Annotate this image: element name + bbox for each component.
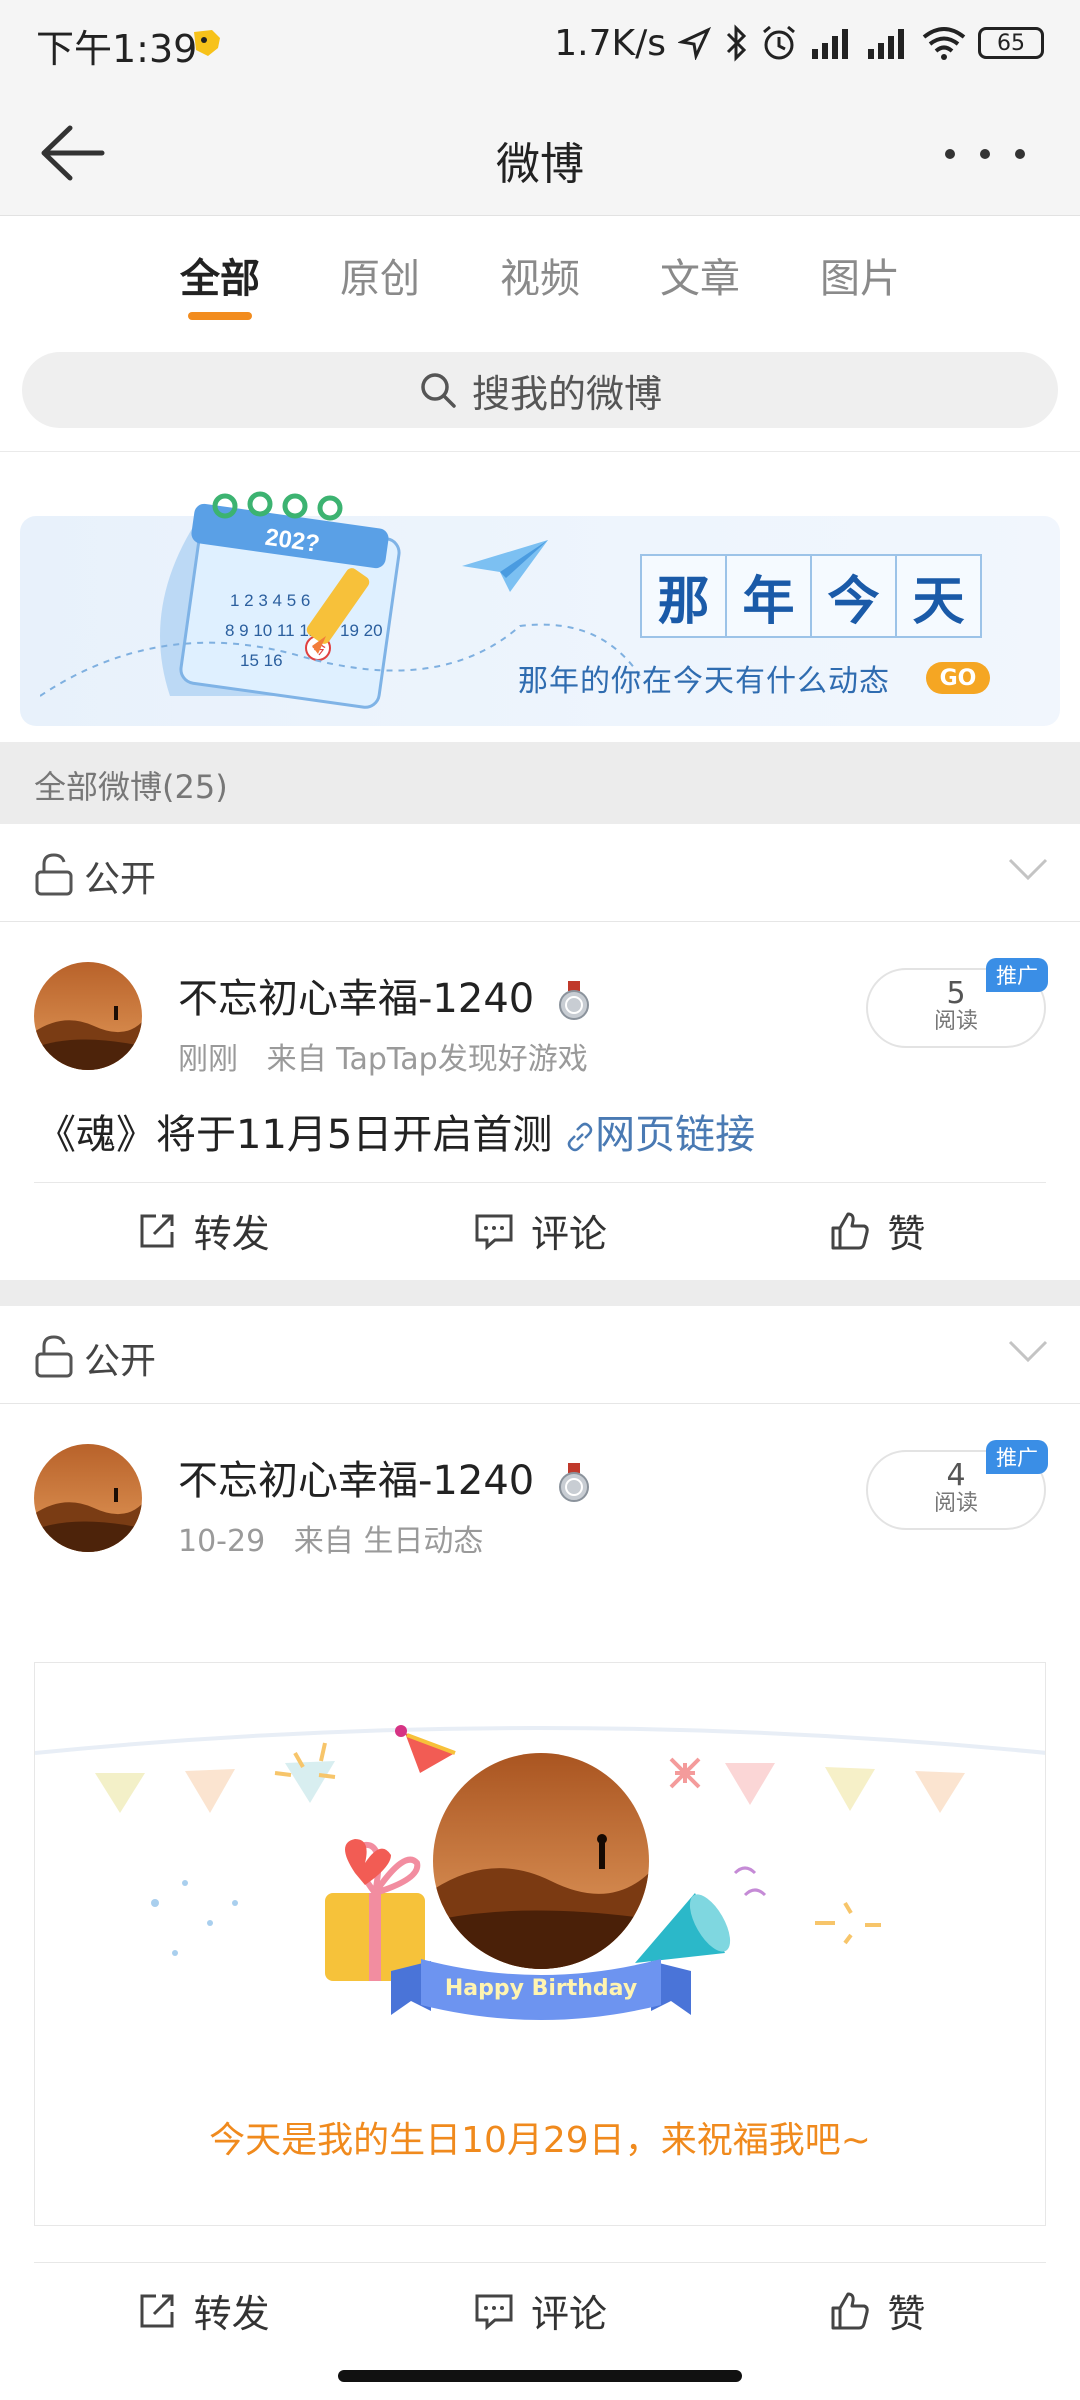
privacy-label: 公开: [84, 859, 157, 900]
comment-button[interactable]: 评论: [371, 2263, 708, 2358]
location-icon: [678, 26, 712, 60]
signal-icon-2: [868, 29, 904, 59]
privacy-label: 公开: [84, 1341, 157, 1382]
more-dots-icon: [945, 149, 1025, 159]
tab-video[interactable]: 视频: [460, 216, 620, 328]
like-label: 赞: [887, 2292, 926, 2336]
post-author[interactable]: 不忘初心幸福-1240: [178, 1448, 591, 1506]
web-link[interactable]: 网页链接: [565, 1112, 755, 1158]
bluetooth-icon: [726, 24, 747, 62]
status-time: 下午1:39: [36, 27, 198, 71]
chevron-down-icon[interactable]: [1006, 854, 1050, 884]
birthday-message: 今天是我的生日10月29日，来祝福我吧~: [209, 2120, 871, 2161]
like-label: 赞: [887, 1212, 926, 1256]
status-icons: 1.7K/s 65: [554, 18, 1044, 68]
more-options-button[interactable]: [930, 134, 1040, 174]
post-body: 《魂》将于11月5日开启首测: [36, 1112, 553, 1158]
banner-title-char: 天: [895, 554, 982, 638]
signal-icon: [812, 29, 848, 59]
repost-button[interactable]: 转发: [34, 1183, 371, 1278]
comment-button[interactable]: 评论: [371, 1183, 708, 1278]
filter-tabs: 全部 原创 视频 文章 图片: [0, 216, 1080, 328]
medal-badge-icon: [558, 981, 589, 1020]
unlock-icon: [35, 1335, 73, 1378]
avatar-desert-image: [34, 962, 142, 1070]
banner-subtitle: 那年的你在今天有什么动态: [518, 664, 890, 699]
tab-article[interactable]: 文章: [620, 216, 780, 328]
like-button[interactable]: 赞: [709, 1183, 1046, 1278]
thumbs-up-icon: [831, 2292, 869, 2329]
tab-original[interactable]: 原创: [300, 216, 460, 328]
birthday-ribbon: Happy Birthday: [391, 1959, 691, 2020]
search-bar[interactable]: 搜我的微博: [22, 352, 1058, 428]
repost-label: 转发: [193, 1212, 270, 1256]
top-navigation-bar: 微博: [0, 90, 1080, 216]
banner-go-button[interactable]: GO: [926, 662, 990, 694]
ribbon-text: Happy Birthday: [445, 1976, 637, 2001]
username: 不忘初心幸福-1240: [178, 1458, 535, 1504]
net-speed: 1.7K/s: [554, 22, 666, 64]
avatar-desert-image: [34, 1444, 142, 1552]
banner-title-char: 年: [725, 554, 812, 638]
post-source: 来自 TapTap发现好游戏: [266, 1042, 588, 1077]
avatar[interactable]: [34, 962, 142, 1070]
post-meta: 刚刚 来自 TapTap发现好游戏: [178, 1034, 588, 1078]
birthday-card[interactable]: Happy Birthday 今天是我的生日10月29日，来祝福我吧~: [34, 1662, 1046, 2226]
comment-label: 评论: [530, 2292, 607, 2336]
app-notification-icon: [190, 26, 226, 60]
repost-button[interactable]: 转发: [34, 2263, 371, 2358]
username: 不忘初心幸福-1240: [178, 976, 535, 1022]
on-this-day-banner[interactable]: 202? 1 2 3 4 5 6 8 9 10 11 12 19 20 15 1…: [20, 491, 1060, 726]
post-time: 刚刚: [178, 1042, 238, 1077]
link-icon: [567, 1122, 593, 1152]
read-label: 阅读: [933, 1009, 978, 1034]
avatar[interactable]: [34, 1444, 142, 1552]
search-icon: [421, 373, 456, 408]
banner-title-char: 那: [640, 554, 727, 638]
promote-tag[interactable]: 推广: [986, 1440, 1048, 1474]
post-divider: [0, 1280, 1080, 1306]
comment-label: 评论: [530, 1212, 607, 1256]
post-meta: 10-29 来自 生日动态: [178, 1516, 483, 1560]
section-header: 全部微博(25): [0, 742, 1080, 824]
tab-all[interactable]: 全部: [140, 216, 300, 328]
repost-icon: [140, 2294, 174, 2327]
promote-tag[interactable]: 推广: [986, 958, 1048, 992]
status-bar: 下午1:39 1.7K/s 65: [0, 0, 1080, 90]
repost-label: 转发: [193, 2292, 270, 2336]
wifi-icon: [922, 27, 966, 60]
post-privacy-row[interactable]: 公开: [0, 824, 1080, 922]
read-label: 阅读: [933, 1491, 978, 1516]
comment-icon: [475, 1214, 513, 1250]
post-author[interactable]: 不忘初心幸福-1240: [178, 966, 591, 1024]
search-placeholder: 搜我的微博: [471, 371, 662, 416]
thumbs-up-icon: [831, 1212, 869, 1249]
search-section: 搜我的微博: [0, 328, 1080, 452]
page-title: 微博: [496, 139, 584, 190]
post-source: 来自 生日动态: [293, 1524, 484, 1559]
battery-indicator: 65: [978, 27, 1044, 59]
post-privacy-row[interactable]: 公开: [0, 1306, 1080, 1404]
banner-title-char: 今: [810, 554, 897, 638]
repost-icon: [140, 1214, 174, 1247]
post-time: 10-29: [178, 1524, 266, 1559]
comment-icon: [475, 2294, 513, 2330]
chevron-down-icon[interactable]: [1006, 1336, 1050, 1366]
unlock-icon: [35, 853, 73, 896]
tab-image[interactable]: 图片: [780, 216, 940, 328]
alarm-icon: [763, 25, 795, 60]
banner-title: 那 年 今 天: [640, 554, 982, 638]
post-text: 《魂》将于11月5日开启首测 网页链接: [36, 1102, 755, 1160]
section-header-label: 全部微博(25): [34, 768, 228, 806]
post-action-bar: 转发 评论 赞: [34, 1182, 1046, 1278]
medal-badge-icon: [558, 1463, 589, 1502]
web-link-text: 网页链接: [595, 1112, 756, 1158]
home-indicator[interactable]: [338, 2370, 742, 2382]
like-button[interactable]: 赞: [709, 2263, 1046, 2358]
post-action-bar: 转发 评论 赞: [34, 2262, 1046, 2358]
